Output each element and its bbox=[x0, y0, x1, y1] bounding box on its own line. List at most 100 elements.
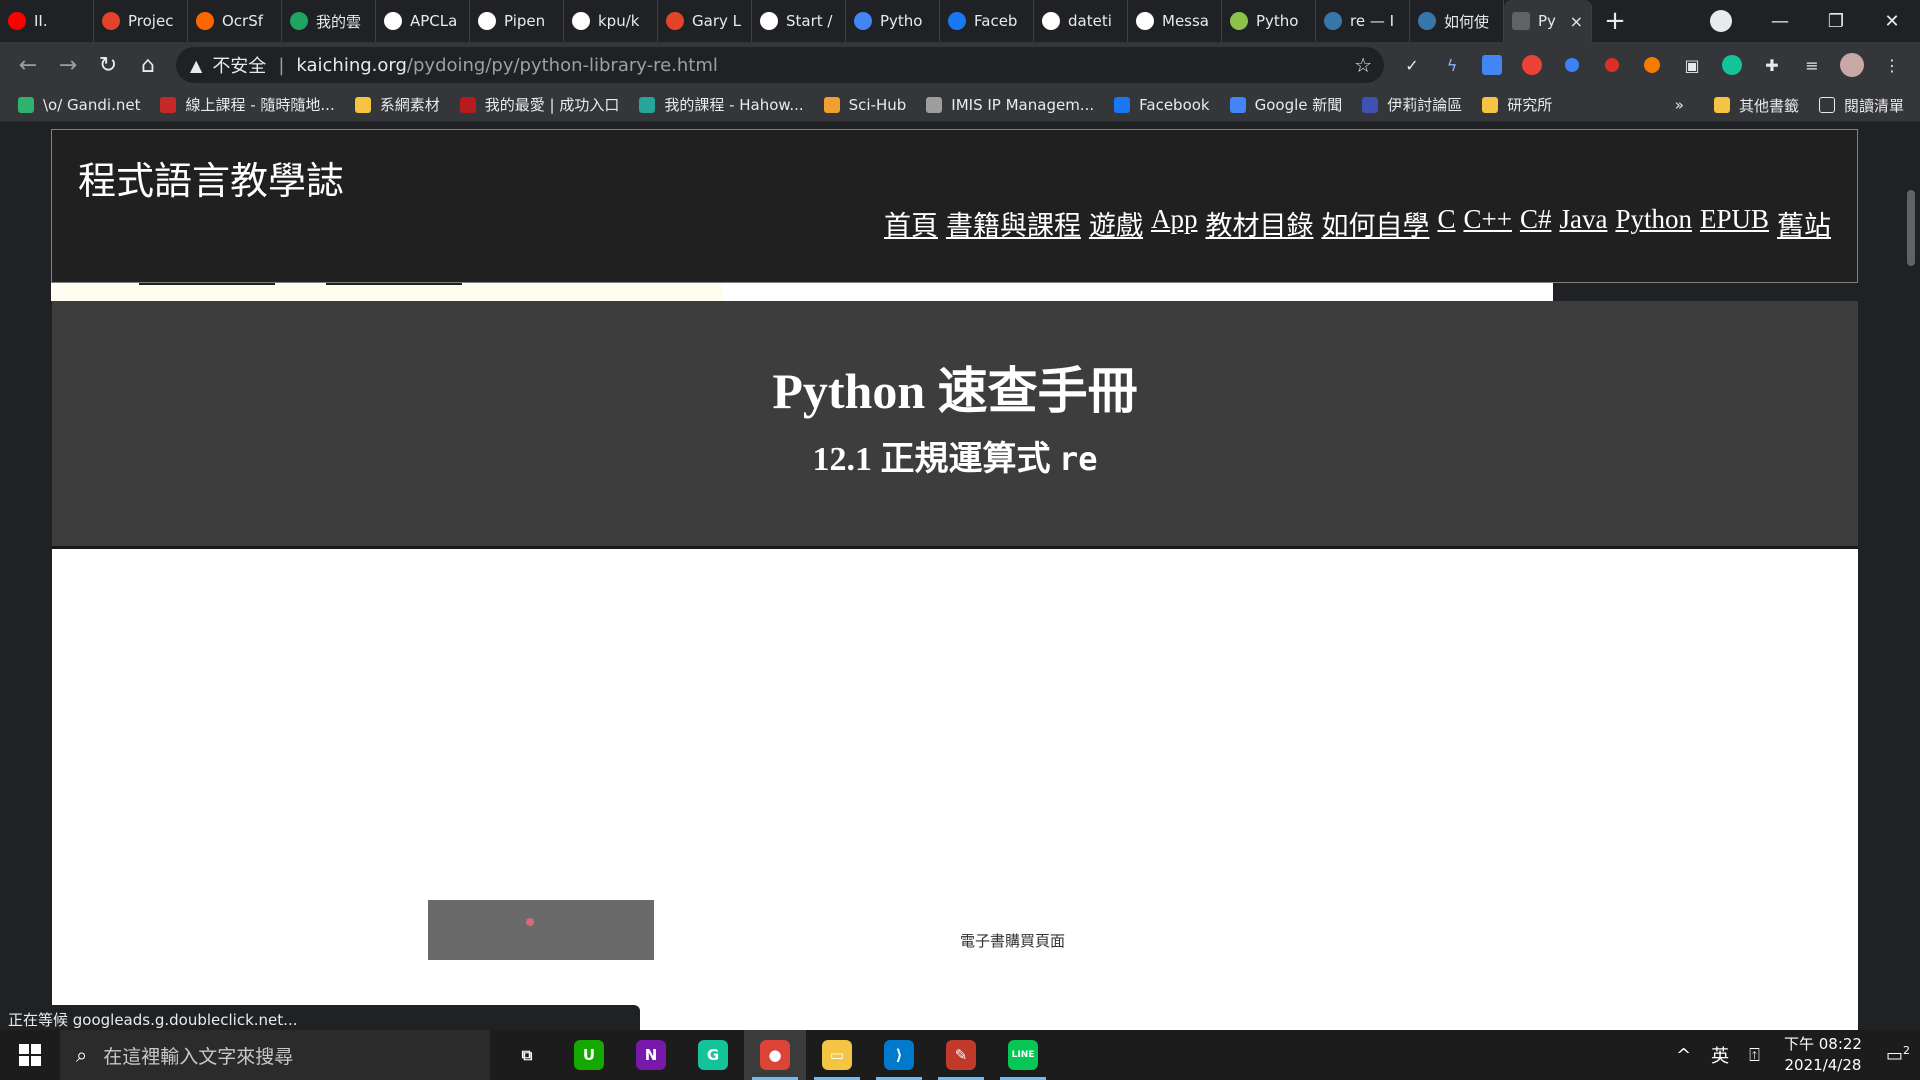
restore-button[interactable]: ❐ bbox=[1808, 11, 1864, 32]
browser-tab[interactable]: Gary L bbox=[658, 0, 752, 42]
taskbar-search-box[interactable]: ⌕ 在這裡輸入文字來搜尋 bbox=[60, 1030, 490, 1080]
page-scrollbar[interactable] bbox=[1902, 122, 1920, 1030]
browser-tab[interactable]: Start / bbox=[752, 0, 846, 42]
bookmark-item[interactable]: 我的課程 - Hahow... bbox=[639, 94, 804, 115]
bookmarks-overflow-button[interactable]: » bbox=[1675, 96, 1684, 114]
browser-tab[interactable]: Pytho bbox=[846, 0, 940, 42]
site-nav-link[interactable]: 書籍與課程 bbox=[946, 204, 1081, 243]
url-path[interactable]: /pydoing/py/python-library-re.html bbox=[407, 55, 718, 76]
site-nav-link[interactable]: 遊戲 bbox=[1089, 204, 1143, 243]
browser-tab[interactable]: II. bbox=[0, 0, 94, 42]
site-header: 程式語言教學誌 首頁 書籍與課程 遊戲 App 教材目錄 如何自學 C C++ C# Java Py… bbox=[51, 129, 1858, 283]
site-nav-link[interactable]: 舊站 bbox=[1777, 204, 1831, 243]
start-button[interactable] bbox=[0, 1030, 60, 1080]
new-tab-button[interactable]: + bbox=[1592, 6, 1638, 36]
tab-search-icon[interactable] bbox=[1710, 10, 1732, 32]
bookmark-label: 研究所 bbox=[1507, 96, 1553, 114]
red-extension-icon[interactable] bbox=[1592, 50, 1632, 80]
site-nav-link[interactable]: C# bbox=[1520, 204, 1552, 243]
taskbar-app-pen-app[interactable]: ✎ bbox=[930, 1030, 992, 1080]
bookmarks-bar: \o/ Gandi.net 線上課程 - 隨時隨地... 系網素材 我的最愛 | 成功… bbox=[0, 88, 1920, 122]
back-button[interactable]: ← bbox=[8, 53, 48, 78]
python-icon bbox=[1324, 12, 1342, 30]
browser-tab[interactable]: kpu/k bbox=[564, 0, 658, 42]
bookmark-star-icon[interactable]: ☆ bbox=[1354, 53, 1372, 77]
browser-tab[interactable]: OcrSf bbox=[188, 0, 282, 42]
browser-tab[interactable]: Projec bbox=[94, 0, 188, 42]
site-nav-link[interactable]: 教材目錄 bbox=[1205, 204, 1313, 243]
notification-center-icon[interactable]: ▭2 bbox=[1876, 1044, 1920, 1066]
browser-tab[interactable]: APCLa bbox=[376, 0, 470, 42]
taskbar-app-chrome[interactable]: ● bbox=[744, 1030, 806, 1080]
bookmark-item[interactable]: 系網素材 bbox=[354, 94, 440, 115]
taskbar-app-grammarly[interactable]: G bbox=[682, 1030, 744, 1080]
reload-button[interactable]: ↻ bbox=[88, 53, 128, 78]
orange-extension-icon[interactable] bbox=[1632, 50, 1672, 80]
close-window-button[interactable]: ✕ bbox=[1864, 11, 1920, 32]
s-extension-icon[interactable] bbox=[1512, 50, 1552, 80]
grammarly-extension-icon[interactable] bbox=[1712, 50, 1752, 80]
minimize-button[interactable]: — bbox=[1752, 11, 1808, 32]
site-nav-link[interactable]: C bbox=[1437, 204, 1455, 243]
bookmark-item[interactable]: \o/ Gandi.net bbox=[18, 96, 140, 114]
translate-extension-icon[interactable] bbox=[1472, 50, 1512, 80]
bookmark-item[interactable]: 研究所 bbox=[1482, 94, 1552, 115]
reading-list-icon[interactable]: ≡ bbox=[1792, 50, 1832, 80]
site-nav-link[interactable]: Java bbox=[1559, 204, 1607, 243]
taskbar-app-task-view[interactable]: ⧉ bbox=[496, 1030, 558, 1080]
active-tab[interactable]: Py × bbox=[1504, 0, 1592, 42]
other-bookmarks-folder[interactable]: 其他書籤 bbox=[1713, 95, 1799, 116]
blue-extension-icon[interactable] bbox=[1552, 50, 1592, 80]
security-label[interactable]: 不安全 bbox=[212, 52, 266, 78]
ime-mode-icon[interactable]: ⍐ bbox=[1739, 1045, 1770, 1066]
forward-button[interactable]: → bbox=[48, 53, 88, 78]
home-button[interactable]: ⌂ bbox=[128, 53, 168, 78]
site-nav-link[interactable]: Python bbox=[1615, 204, 1692, 243]
warning-icon[interactable]: ▲ bbox=[190, 56, 202, 75]
browser-tab[interactable]: 如何使 bbox=[1410, 0, 1504, 42]
profile-avatar[interactable] bbox=[1832, 50, 1872, 80]
scrollbar-thumb[interactable] bbox=[1907, 190, 1915, 266]
site-nav-link[interactable]: App bbox=[1151, 204, 1198, 243]
browser-tab[interactable]: 我的雲 bbox=[282, 0, 376, 42]
bolt-extension-icon[interactable]: ϟ bbox=[1432, 50, 1472, 80]
taskbar-app-file-explorer[interactable]: ▭ bbox=[806, 1030, 868, 1080]
bookmark-item[interactable]: IMIS IP Managem... bbox=[926, 96, 1094, 114]
site-nav-link[interactable]: 首頁 bbox=[884, 204, 938, 243]
site-nav-link[interactable]: EPUB bbox=[1700, 204, 1769, 243]
puzzle-extensions-icon[interactable]: ✚ bbox=[1752, 50, 1792, 80]
reading-list-button[interactable]: 閱讀清單 bbox=[1818, 95, 1904, 116]
taskbar-clock[interactable]: 下午 08:22 2021/4/28 bbox=[1770, 1034, 1876, 1076]
browser-tab[interactable]: re — I bbox=[1316, 0, 1410, 42]
bookmark-item[interactable]: 我的最愛 | 成功入口 bbox=[459, 94, 619, 115]
browser-tab[interactable]: dateti bbox=[1034, 0, 1128, 42]
bookmark-item[interactable]: Facebook bbox=[1114, 96, 1210, 114]
taskbar-app-upwork[interactable]: U bbox=[558, 1030, 620, 1080]
taskbar-app-onenote[interactable]: N bbox=[620, 1030, 682, 1080]
url-host[interactable]: kaiching.org bbox=[296, 55, 407, 76]
taskbar-app-vscode[interactable]: ⟩ bbox=[868, 1030, 930, 1080]
browser-tab[interactable]: Faceb bbox=[940, 0, 1034, 42]
close-tab-icon[interactable]: × bbox=[1570, 12, 1583, 31]
site-nav-link[interactable]: C++ bbox=[1463, 204, 1511, 243]
browser-tab[interactable]: Pytho bbox=[1222, 0, 1316, 42]
notion-extension-icon[interactable]: ▣ bbox=[1672, 50, 1712, 80]
site-nav-link[interactable]: 如何自學 bbox=[1321, 204, 1429, 243]
bookmark-item[interactable]: 伊莉討論區 bbox=[1362, 94, 1462, 115]
address-bar[interactable]: ▲ 不安全 | kaiching.org/pydoing/py/python-l… bbox=[176, 47, 1384, 83]
ebook-link[interactable]: 電子書購買頁面 bbox=[960, 930, 1065, 951]
ime-language[interactable]: 英 bbox=[1701, 1042, 1739, 1068]
bookmark-item[interactable]: 線上課程 - 隨時隨地... bbox=[160, 94, 335, 115]
menu-kebab-icon[interactable]: ⋮ bbox=[1872, 50, 1912, 80]
tray-overflow-icon[interactable]: ^ bbox=[1666, 1045, 1701, 1066]
check-extension-icon[interactable]: ✓ bbox=[1392, 50, 1432, 80]
taskbar-app-line[interactable]: LINE bbox=[992, 1030, 1054, 1080]
bookmark-item[interactable]: Google 新聞 bbox=[1229, 94, 1342, 115]
site-title[interactable]: 程式語言教學誌 bbox=[78, 150, 344, 205]
bookmark-item[interactable]: Sci-Hub bbox=[823, 96, 906, 114]
tab-label: Start / bbox=[786, 12, 833, 30]
browser-tab[interactable]: Messa bbox=[1128, 0, 1222, 42]
tab-label: Gary L bbox=[692, 12, 741, 30]
browser-tab[interactable]: Pipen bbox=[470, 0, 564, 42]
ebook-cover-image[interactable] bbox=[428, 900, 654, 960]
